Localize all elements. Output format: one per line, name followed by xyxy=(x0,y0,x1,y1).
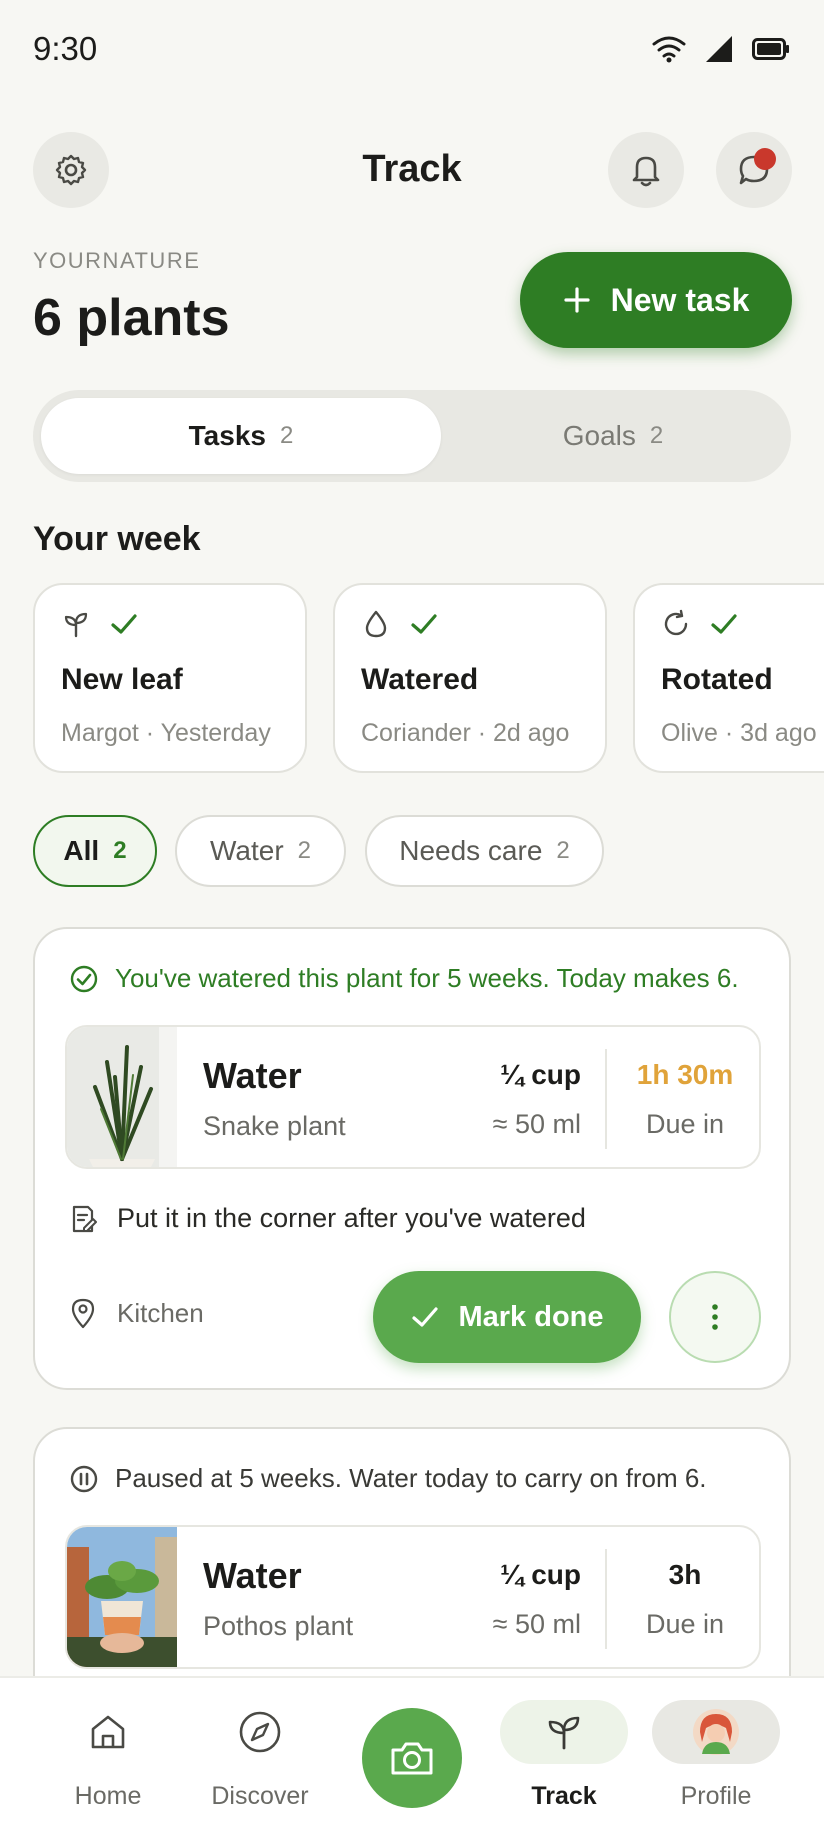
week-card-subtitle: Olive · 3d ago xyxy=(661,719,817,747)
due-value: 3h xyxy=(668,1559,702,1590)
section-overline: YOURNATURE xyxy=(33,248,201,273)
tab-tasks-label: Tasks xyxy=(188,420,266,451)
location-text: Kitchen xyxy=(117,1297,204,1328)
water-amount-ml: ≈ 50 ml xyxy=(492,1109,581,1139)
signal-icon xyxy=(706,36,732,62)
tab-tasks-count: 2 xyxy=(279,422,294,449)
nav-profile[interactable]: Profile xyxy=(652,1678,780,1834)
week-heading: Your week xyxy=(33,520,201,558)
check-icon xyxy=(411,614,437,634)
chip-label: All xyxy=(63,835,100,866)
plant-name: Pothos plant xyxy=(203,1611,354,1641)
water-amount: ¼ cup xyxy=(500,1559,581,1590)
mark-done-button[interactable]: Mark done xyxy=(373,1271,641,1363)
notifications-button[interactable] xyxy=(608,132,684,208)
plant-photo xyxy=(67,1527,177,1667)
filter-chip-water[interactable]: Water 2 xyxy=(175,815,346,887)
status-bar: 9:30 xyxy=(0,0,824,100)
chip-count: 2 xyxy=(556,837,570,864)
plus-icon xyxy=(564,287,590,313)
location: Kitchen xyxy=(69,1297,204,1329)
task-title: Water xyxy=(203,1055,302,1096)
bell-icon xyxy=(632,156,660,187)
plant-count: 6 plants xyxy=(33,289,230,347)
more-options-button[interactable] xyxy=(669,1271,761,1363)
chip-label: Needs care xyxy=(399,835,543,866)
tab-goals-count: 2 xyxy=(649,422,664,449)
week-card-title: New leaf xyxy=(61,663,183,696)
tasks-goals-switch: Tasks 2 Goals 2 xyxy=(33,390,791,482)
sprout-icon xyxy=(548,1716,580,1750)
streak-note-text: Paused at 5 weeks. Water today to carry … xyxy=(115,1463,707,1493)
messages-button[interactable] xyxy=(716,132,792,208)
check-icon xyxy=(711,614,737,634)
tab-goals[interactable]: Goals 2 xyxy=(443,398,783,474)
status-time: 9:30 xyxy=(33,30,98,67)
compass-icon xyxy=(239,1711,281,1753)
location-pin-icon xyxy=(71,1298,95,1329)
week-card-title: Watered xyxy=(361,663,479,696)
new-task-label: New task xyxy=(610,281,750,318)
nav-label: Home xyxy=(74,1782,142,1810)
bottom-navigation: Home Discover Track Profile xyxy=(0,1676,824,1834)
streak-note: Paused at 5 weeks. Water today to carry … xyxy=(69,1463,707,1494)
tab-goals-label: Goals xyxy=(562,420,636,451)
camera-icon xyxy=(391,1742,433,1775)
week-card[interactable]: New leaf Margot · Yesterday xyxy=(33,583,307,773)
check-icon xyxy=(111,614,137,634)
week-card[interactable]: Rotated Olive · 3d ago xyxy=(633,583,824,773)
streak-note: You've watered this plant for 5 weeks. T… xyxy=(69,963,739,994)
home-icon xyxy=(91,1715,125,1749)
nav-label: Discover xyxy=(211,1782,309,1810)
camera-button[interactable] xyxy=(362,1708,462,1808)
due-label: Due in xyxy=(645,1609,725,1639)
tab-tasks[interactable]: Tasks 2 xyxy=(41,398,441,474)
nav-label: Profile xyxy=(680,1782,752,1810)
chip-count: 2 xyxy=(297,837,311,864)
chip-count: 2 xyxy=(113,837,127,864)
water-drop-icon xyxy=(365,610,387,638)
status-icons xyxy=(652,34,790,64)
week-card-subtitle: Coriander · 2d ago xyxy=(361,719,570,747)
filter-chip-needs-care[interactable]: Needs care 2 xyxy=(365,815,604,887)
new-task-button[interactable]: New task xyxy=(520,252,792,348)
week-card-title: Rotated xyxy=(661,663,773,696)
task-summary[interactable]: Water Snake plant ¼ cup ≈ 50 ml 1h 30m D… xyxy=(65,1025,761,1169)
rotate-icon xyxy=(664,609,688,636)
care-instruction: Put it in the corner after you've watere… xyxy=(69,1203,586,1234)
battery-icon xyxy=(752,38,789,60)
task-summary[interactable]: Water Pothos plant ¼ cup ≈ 50 ml 3h Due … xyxy=(65,1525,761,1669)
more-vertical-icon xyxy=(712,1304,718,1330)
notification-dot xyxy=(754,148,776,170)
sprout-icon xyxy=(64,612,88,638)
nav-track[interactable]: Track xyxy=(500,1678,628,1834)
water-amount-ml: ≈ 50 ml xyxy=(492,1609,581,1639)
mark-done-label: Mark done xyxy=(458,1300,604,1333)
task-card: You've watered this plant for 5 weeks. T… xyxy=(33,927,791,1390)
page-title: Track xyxy=(362,148,462,190)
check-circle-icon xyxy=(70,965,98,992)
instruction-text: Put it in the corner after you've watere… xyxy=(117,1203,586,1233)
nav-home[interactable]: Home xyxy=(44,1678,172,1834)
week-card[interactable]: Watered Coriander · 2d ago xyxy=(333,583,607,773)
plant-photo xyxy=(67,1027,177,1167)
pause-circle-icon xyxy=(70,1465,98,1492)
chip-label: Water xyxy=(210,835,284,866)
nav-discover[interactable]: Discover xyxy=(196,1678,324,1834)
week-card-subtitle: Margot · Yesterday xyxy=(61,719,271,747)
note-icon xyxy=(72,1205,97,1232)
top-bar: Track xyxy=(0,132,824,208)
check-icon xyxy=(412,1307,439,1327)
due-label: Due in xyxy=(645,1109,725,1139)
streak-note-text: You've watered this plant for 5 weeks. T… xyxy=(115,963,739,993)
due-value: 1h 30m xyxy=(636,1059,734,1090)
avatar xyxy=(693,1709,739,1755)
task-title: Water xyxy=(203,1555,302,1596)
filter-chip-all[interactable]: All 2 xyxy=(33,815,157,887)
plant-name: Snake plant xyxy=(203,1111,346,1141)
wifi-icon xyxy=(652,36,686,63)
water-amount: ¼ cup xyxy=(500,1059,581,1090)
nav-label: Track xyxy=(531,1782,597,1810)
